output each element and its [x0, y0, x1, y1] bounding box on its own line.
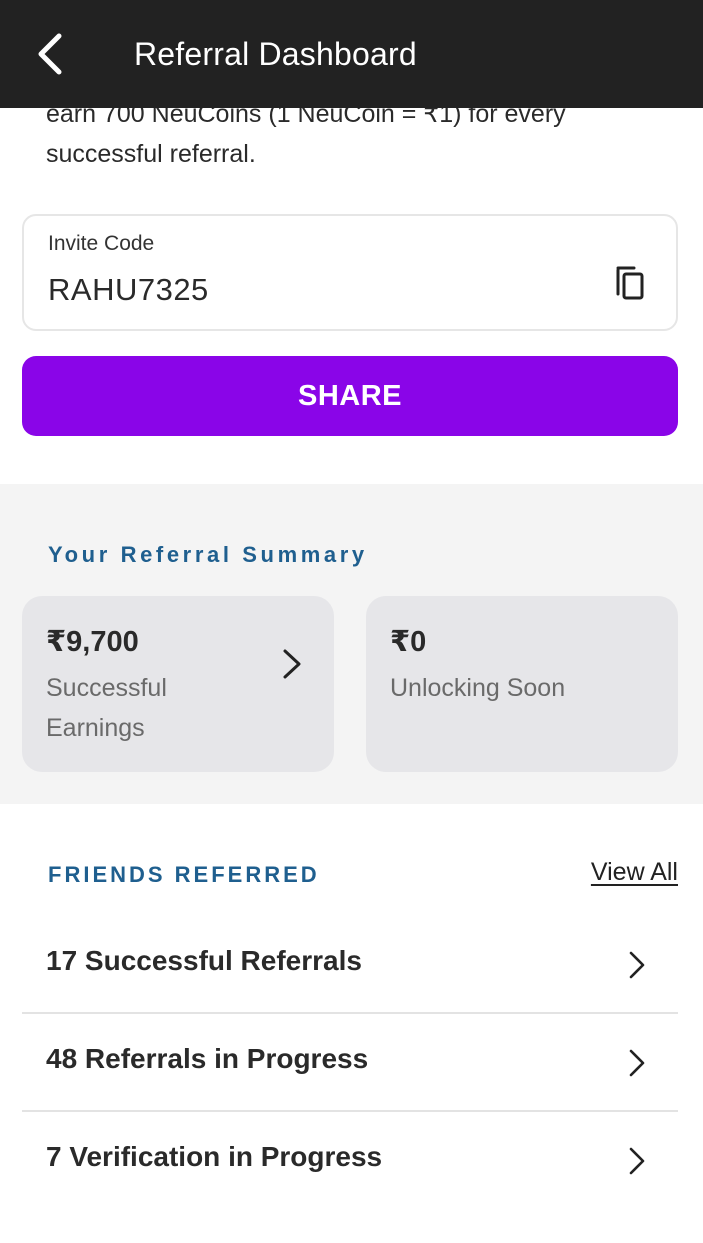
referral-summary-section: Your Referral Summary ₹9,700 Successful …	[0, 484, 703, 804]
summary-heading: Your Referral Summary	[48, 542, 368, 567]
successful-earnings-amount: ₹9,700	[46, 626, 139, 658]
list-item-label: 7 Verification in Progress	[46, 1141, 383, 1172]
chevron-right-icon	[283, 649, 301, 679]
chevron-right-icon	[629, 951, 645, 979]
view-all-link[interactable]: View All	[591, 858, 678, 887]
friends-referred-heading: FRIENDS REFERRED	[48, 862, 320, 887]
app-bar: Referral Dashboard	[0, 0, 703, 108]
copy-button[interactable]	[614, 264, 648, 302]
unlocking-soon-amount: ₹0	[390, 626, 427, 658]
list-item-label: 48 Referrals in Progress	[46, 1043, 369, 1074]
chevron-left-icon	[38, 33, 62, 75]
back-button[interactable]	[28, 28, 72, 80]
chevron-right-icon	[629, 1049, 645, 1077]
list-item-label: 17 Successful Referrals	[46, 945, 362, 976]
invite-code-label: Invite Code	[48, 232, 155, 255]
copy-icon	[616, 266, 644, 300]
referral-dashboard-page: earn 700 NeuCoins (1 NeuCoin = ₹1) for e…	[0, 0, 703, 1243]
unlocking-soon-card: ₹0 Unlocking Soon	[366, 596, 678, 772]
invite-code-value: RAHU7325	[48, 272, 209, 307]
successful-earnings-card[interactable]: ₹9,700 Successful Earnings	[22, 596, 334, 772]
referral-list: 17 Successful Referrals 48 Referrals in …	[22, 916, 678, 1210]
list-item-verification-in-progress[interactable]: 7 Verification in Progress	[22, 1112, 678, 1210]
list-item-successful-referrals[interactable]: 17 Successful Referrals	[22, 916, 678, 1014]
invite-code-box: Invite Code RAHU7325	[22, 214, 678, 331]
page-title: Referral Dashboard	[134, 36, 417, 72]
unlocking-soon-label: Unlocking Soon	[390, 674, 566, 702]
chevron-right-icon	[629, 1147, 645, 1175]
successful-earnings-label: Successful Earnings	[46, 674, 167, 742]
share-button[interactable]: SHARE	[22, 356, 678, 436]
list-item-referrals-in-progress[interactable]: 48 Referrals in Progress	[22, 1014, 678, 1112]
